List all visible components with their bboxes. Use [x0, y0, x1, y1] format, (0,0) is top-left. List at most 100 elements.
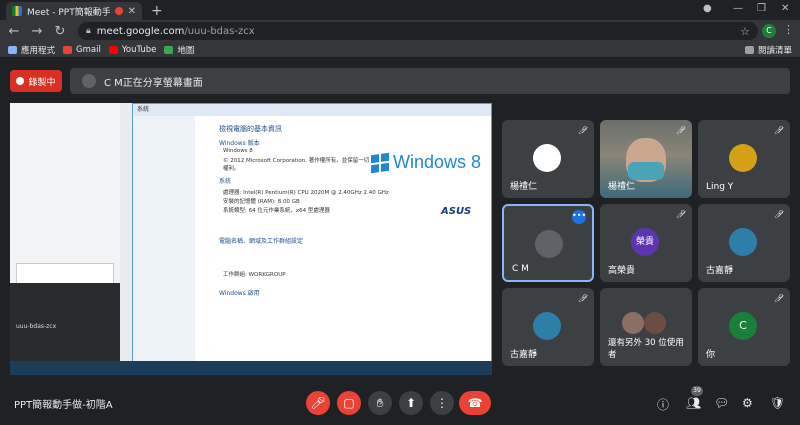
profile-avatar[interactable]: C — [762, 24, 776, 38]
browser-menu-icon[interactable]: ⋮ — [783, 23, 794, 36]
bookmark-label: Gmail — [76, 44, 101, 55]
participant-tile[interactable]: 🎤︎̸ 古嘉靜 — [502, 288, 594, 366]
mic-off-icon: 🎤︎̸ — [577, 126, 588, 135]
forward-icon[interactable]: → — [28, 24, 46, 39]
youtube-icon — [108, 45, 118, 54]
minimize-icon[interactable]: — — [733, 3, 743, 14]
url-host: meet.google.com — [96, 25, 185, 37]
participant-name: Ling Y — [706, 182, 734, 192]
tab-strip: Meet - PPT簡報動手做-初階 ✕ + ● — ❐ ✕ — [0, 0, 800, 20]
system-heading: 檢視電腦的基本資訊 — [219, 125, 282, 133]
windows8-logo-text: Windows 8 — [393, 152, 482, 172]
participant-tile[interactable]: 榮貴 🎤︎̸ 高榮貴 — [600, 204, 692, 282]
media-control-icon[interactable]: ● — [703, 3, 712, 14]
restore-icon[interactable]: ❐ — [757, 3, 766, 14]
participant-name: 高榮貴 — [608, 266, 636, 276]
mic-toggle-button[interactable]: 🎤︎ — [306, 391, 330, 415]
nested-meeting-code: uuu-bdas-zcx — [16, 323, 57, 330]
people-icon[interactable]: 👥︎ — [686, 396, 701, 410]
bookmark-apps[interactable]: 應用程式 — [8, 44, 55, 56]
participant-name: C M — [512, 264, 529, 274]
bookmark-label: 地圖 — [177, 45, 195, 56]
copyright-row: © 2012 Microsoft Corporation. 著作權所有，並保留一… — [223, 158, 370, 172]
participant-name: 楊禮仁 — [608, 182, 636, 192]
reload-icon[interactable]: ↻ — [51, 24, 69, 39]
more-participants-label: 還有另外 30 位使用者 — [608, 338, 684, 360]
recording-indicator-icon — [114, 7, 123, 15]
mic-off-icon: 🎤︎̸ — [773, 210, 784, 219]
participant-tile[interactable]: 🎤︎̸ 楊禮仁 — [600, 120, 692, 198]
address-bar[interactable]: 🔒︎ meet.google.com/uuu-bdas-zcx ☆ — [78, 22, 758, 40]
presenting-banner: C M正在分享螢幕畫面 — [70, 68, 790, 94]
record-dot-icon — [16, 77, 25, 85]
meet-favicon-icon — [12, 6, 22, 16]
lock-icon: 🔒︎ — [86, 26, 91, 36]
more-options-button[interactable]: ⋮ — [430, 391, 454, 415]
system-type-row: 系統類型: 64 位元作業系統，x64 型處理器 — [223, 208, 330, 214]
raise-hand-button[interactable]: ✋︎ — [368, 391, 392, 415]
participant-avatar — [535, 230, 563, 258]
participant-avatar — [622, 312, 644, 334]
maps-icon — [164, 45, 174, 54]
presenter-avatar — [82, 74, 96, 88]
close-window-icon[interactable]: ✕ — [781, 3, 789, 14]
participant-mask — [628, 162, 664, 180]
bookmark-maps[interactable]: 地圖 — [164, 44, 194, 56]
participant-avatar — [533, 144, 561, 172]
participant-tile[interactable]: 🎤︎̸ 楊禮仁 — [502, 120, 594, 198]
participant-name: 古嘉靜 — [510, 350, 538, 360]
camera-toggle-button[interactable]: ▢ — [337, 391, 361, 415]
participant-name: 古嘉靜 — [706, 266, 734, 276]
bookmark-star-icon[interactable]: ☆ — [740, 25, 750, 38]
chat-icon[interactable]: 💬︎ — [714, 396, 729, 410]
window-title: 系統 — [133, 104, 491, 116]
mic-off-icon: 🎤︎̸ — [675, 126, 686, 135]
windows-taskbar — [10, 361, 492, 375]
apps-grid-icon — [8, 45, 17, 54]
section-activation: Windows 啟用 — [219, 290, 260, 297]
windows8-logo: Windows 8 — [371, 152, 481, 173]
section-computer-name: 電腦名稱、網域及工作群組設定 — [219, 238, 304, 245]
participant-avatar — [729, 144, 757, 172]
mic-off-icon: 🎤︎̸ — [773, 126, 784, 135]
section-system: 系統 — [219, 178, 232, 185]
participant-avatar — [644, 312, 666, 334]
edition-row: Windows 8 — [223, 148, 253, 154]
processor-row: 處理器: Intel(R) Pentium(R) CPU 2020M @ 2.4… — [223, 190, 389, 196]
participant-initials: C — [729, 312, 757, 340]
present-now-button[interactable]: ⬆ — [399, 391, 423, 415]
section-edition: Windows 版本 — [219, 140, 260, 147]
workgroup-row: 工作群組: WORKGROUP — [223, 272, 286, 278]
reading-list-label: 閱讀清單 — [757, 45, 792, 56]
participant-initials: 榮貴 — [631, 228, 659, 256]
leave-call-button[interactable]: ☎︎ — [459, 391, 491, 415]
participant-avatar — [533, 312, 561, 340]
host-controls-icon[interactable]: 🛡︎ — [770, 396, 785, 410]
mic-off-icon: 🎤︎̸ — [577, 294, 588, 303]
meeting-details-icon[interactable]: ⓘ — [657, 396, 669, 413]
close-tab-icon[interactable]: ✕ — [128, 6, 136, 17]
more-options-icon[interactable]: ••• — [572, 210, 586, 224]
gmail-icon — [63, 45, 73, 54]
shared-screen: uuu-bdas-zcx 系統 檢視電腦的基本資訊 Windows 版本 Win… — [10, 103, 492, 375]
more-participants-tile[interactable]: 還有另外 30 位使用者 — [600, 288, 692, 366]
browser-toolbar: ← → ↻ 🔒︎ meet.google.com/uuu-bdas-zcx ☆ … — [0, 20, 800, 42]
browser-tab[interactable]: Meet - PPT簡報動手做-初階 ✕ — [6, 2, 142, 20]
recording-badge[interactable]: 錄製中 — [10, 70, 62, 92]
activities-icon[interactable]: ⚙︎ — [742, 396, 753, 410]
participant-name: 你 — [706, 350, 716, 360]
back-icon[interactable]: ← — [5, 24, 23, 39]
participant-tile-presenter[interactable]: ••• C M — [502, 204, 594, 282]
new-tab-button[interactable]: + — [151, 3, 163, 19]
participant-tile[interactable]: 🎤︎̸ Ling Y — [698, 120, 790, 198]
bookmark-gmail[interactable]: Gmail — [63, 45, 101, 55]
participant-tile-self[interactable]: C 🎤︎̸ 你 — [698, 288, 790, 366]
mic-off-icon: 🎤︎̸ — [773, 294, 784, 303]
mic-off-icon: 🎤︎̸ — [675, 210, 686, 219]
bookmark-label: YouTube — [121, 44, 157, 55]
participant-tile[interactable]: 🎤︎̸ 古嘉靜 — [698, 204, 790, 282]
reading-list[interactable]: 閱讀清單 — [744, 44, 792, 56]
bookmarks-bar: 應用程式 Gmail YouTube 地圖 閱讀清單 — [0, 42, 800, 58]
bookmark-youtube[interactable]: YouTube — [108, 44, 157, 55]
ram-row: 安裝的記憶體 (RAM): 8.00 GB — [223, 199, 300, 205]
